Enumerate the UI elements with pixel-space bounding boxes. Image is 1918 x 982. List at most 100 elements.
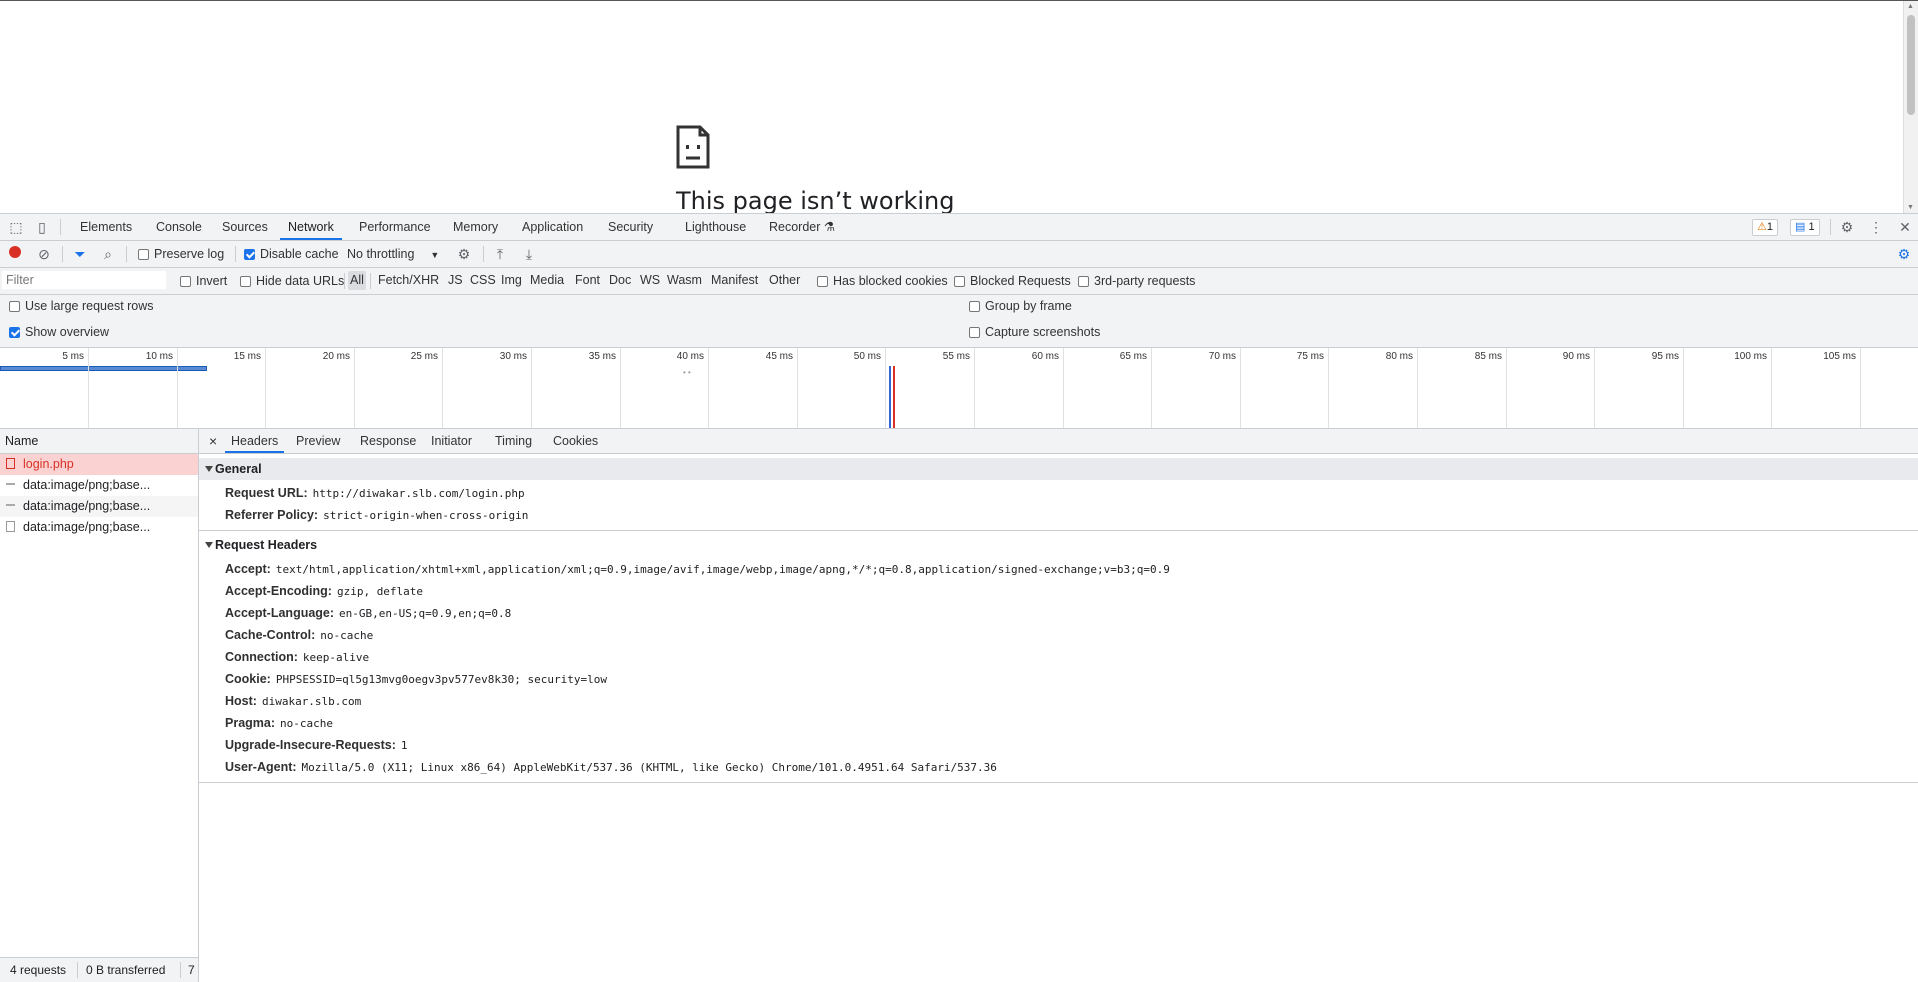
timeline-tick-label: 20 ms (322, 351, 350, 362)
timeline-tick-label: 35 ms (588, 351, 616, 362)
request-row[interactable]: login.php (0, 454, 198, 475)
throttling-value: No throttling (347, 247, 415, 261)
request-row[interactable]: data:image/png;base... (0, 517, 198, 538)
show-overview-checkbox[interactable]: Show overview (9, 325, 109, 339)
timeline-tick-label: 50 ms (853, 351, 881, 362)
tab-timing[interactable]: Timing (489, 429, 538, 453)
has-blocked-cookies-checkbox[interactable]: Has blocked cookies (817, 268, 948, 294)
header-row: Accept-Language: en-GB,en-US;q=0.9,en;q=0… (225, 602, 511, 624)
type-media[interactable]: Media (528, 271, 566, 290)
more-options-icon[interactable]: ⋮ (1867, 218, 1885, 236)
type-wasm[interactable]: Wasm (665, 271, 704, 290)
type-all[interactable]: All (348, 271, 366, 290)
tab-preview[interactable]: Preview (290, 429, 346, 453)
request-name: login.php (23, 457, 74, 471)
header-row: Accept: text/html,application/xhtml+xml,a… (225, 558, 1170, 580)
throttling-select[interactable]: No throttling ▼ (347, 241, 439, 267)
divider (483, 246, 484, 262)
filter-bar: Filter Invert Hide data URLs All Fetch/X… (0, 268, 1918, 295)
invert-checkbox[interactable]: Invert (180, 268, 227, 294)
header-row: User-Agent: Mozilla/5.0 (X11; Linux x86_6… (225, 756, 997, 778)
close-details-icon[interactable]: × (203, 429, 223, 453)
type-manifest[interactable]: Manifest (709, 271, 760, 290)
type-img[interactable]: Img (499, 271, 524, 290)
tab-console[interactable]: Console (148, 214, 210, 240)
large-rows-checkbox[interactable]: Use large request rows (9, 299, 154, 313)
tab-headers[interactable]: Headers (225, 429, 285, 453)
tab-security[interactable]: Security (600, 214, 661, 240)
timeline-tick-label: 75 ms (1296, 351, 1324, 362)
export-har-icon[interactable]: ⤓ (520, 245, 538, 263)
tab-performance[interactable]: Performance (351, 214, 439, 240)
checkbox-box[interactable] (969, 301, 980, 312)
blocked-requests-checkbox[interactable]: Blocked Requests (954, 268, 1071, 294)
checkbox-box[interactable] (817, 276, 828, 287)
disable-cache-checkbox[interactable]: Disable cache (244, 241, 339, 267)
type-js[interactable]: JS (446, 271, 465, 290)
checkbox-box[interactable] (244, 249, 255, 260)
capture-screenshots-checkbox[interactable]: Capture screenshots (969, 325, 1100, 339)
search-icon[interactable]: ⌕ (99, 245, 117, 263)
checkbox-box[interactable] (954, 276, 965, 287)
type-ws[interactable]: WS (638, 271, 662, 290)
request-row[interactable]: data:image/png;base... (0, 496, 198, 517)
checkbox-box[interactable] (138, 249, 149, 260)
divider (370, 273, 371, 289)
type-other[interactable]: Other (767, 271, 802, 290)
network-conditions-icon[interactable]: ⚙ (455, 245, 473, 263)
checkbox-box[interactable] (9, 327, 20, 338)
settings-gear-icon[interactable]: ⚙ (1838, 218, 1856, 236)
scroll-down-icon[interactable]: ▼ (1907, 204, 1914, 211)
sad-page-icon (676, 125, 710, 169)
checkbox-box[interactable] (9, 301, 20, 312)
group-by-frame-checkbox[interactable]: Group by frame (969, 299, 1072, 313)
filter-input[interactable]: Filter (2, 271, 166, 289)
checkbox-box[interactable] (180, 276, 191, 287)
third-party-checkbox[interactable]: 3rd-party requests (1078, 268, 1195, 294)
header-value: no-cache (320, 629, 374, 642)
tab-sources[interactable]: Sources (214, 214, 276, 240)
tab-response[interactable]: Response (354, 429, 422, 453)
name-column-header[interactable]: Name (0, 429, 198, 454)
import-har-icon[interactable]: ⤒ (491, 245, 509, 263)
preserve-log-checkbox[interactable]: Preserve log (138, 241, 224, 267)
timeline-tick-label: 105 ms (1823, 351, 1856, 362)
tab-cookies[interactable]: Cookies (547, 429, 604, 453)
request-headers-section-header[interactable]: Request Headers (199, 534, 1918, 556)
tab-memory[interactable]: Memory (445, 214, 506, 240)
header-row: Pragma: no-cache (225, 712, 333, 734)
page-scrollbar[interactable]: ▲ ▼ (1903, 1, 1918, 213)
tab-elements[interactable]: Elements (72, 214, 140, 240)
type-css[interactable]: CSS (468, 271, 498, 290)
filter-icon[interactable]: ⏷ (71, 245, 89, 263)
scroll-thumb[interactable] (1907, 15, 1915, 115)
general-section-header[interactable]: General (199, 458, 1918, 480)
type-fetch-xhr[interactable]: Fetch/XHR (376, 271, 441, 290)
tab-application[interactable]: Application (514, 214, 591, 240)
record-icon[interactable] (6, 245, 24, 263)
has-blocked-cookies-label: Has blocked cookies (833, 274, 948, 288)
timeline-gridline (1328, 348, 1329, 428)
requests-count: 4 requests (10, 963, 67, 977)
checkbox-box[interactable] (1078, 276, 1089, 287)
inspect-element-icon[interactable]: ⬚ (7, 218, 25, 236)
device-toolbar-icon[interactable]: ▯ (33, 218, 51, 236)
type-doc[interactable]: Doc (607, 271, 633, 290)
network-settings-gear-icon[interactable]: ⚙ (1895, 245, 1913, 263)
header-value: text/html,application/xhtml+xml,applicat… (275, 563, 1170, 576)
timeline-overview[interactable]: • • 5 ms 10 ms 15 ms 20 ms 25 ms 30 ms 35 ms 40… (0, 348, 1918, 429)
close-devtools-icon[interactable]: ✕ (1896, 218, 1914, 236)
clear-icon[interactable]: ⊘ (35, 245, 53, 263)
messages-badge[interactable]: ▤ 1 (1790, 219, 1820, 236)
type-font[interactable]: Font (573, 271, 602, 290)
warnings-badge[interactable]: ⚠1 (1752, 219, 1778, 236)
tab-initiator[interactable]: Initiator (425, 429, 478, 453)
checkbox-box[interactable] (969, 327, 980, 338)
tab-lighthouse[interactable]: Lighthouse (677, 214, 754, 240)
tab-recorder[interactable]: Recorder ⚗ (761, 214, 843, 240)
scroll-up-icon[interactable]: ▲ (1907, 3, 1914, 10)
checkbox-box[interactable] (240, 276, 251, 287)
hide-data-urls-checkbox[interactable]: Hide data URLs (240, 268, 344, 294)
request-row[interactable]: data:image/png;base... (0, 475, 198, 496)
tab-network[interactable]: Network (280, 214, 342, 240)
